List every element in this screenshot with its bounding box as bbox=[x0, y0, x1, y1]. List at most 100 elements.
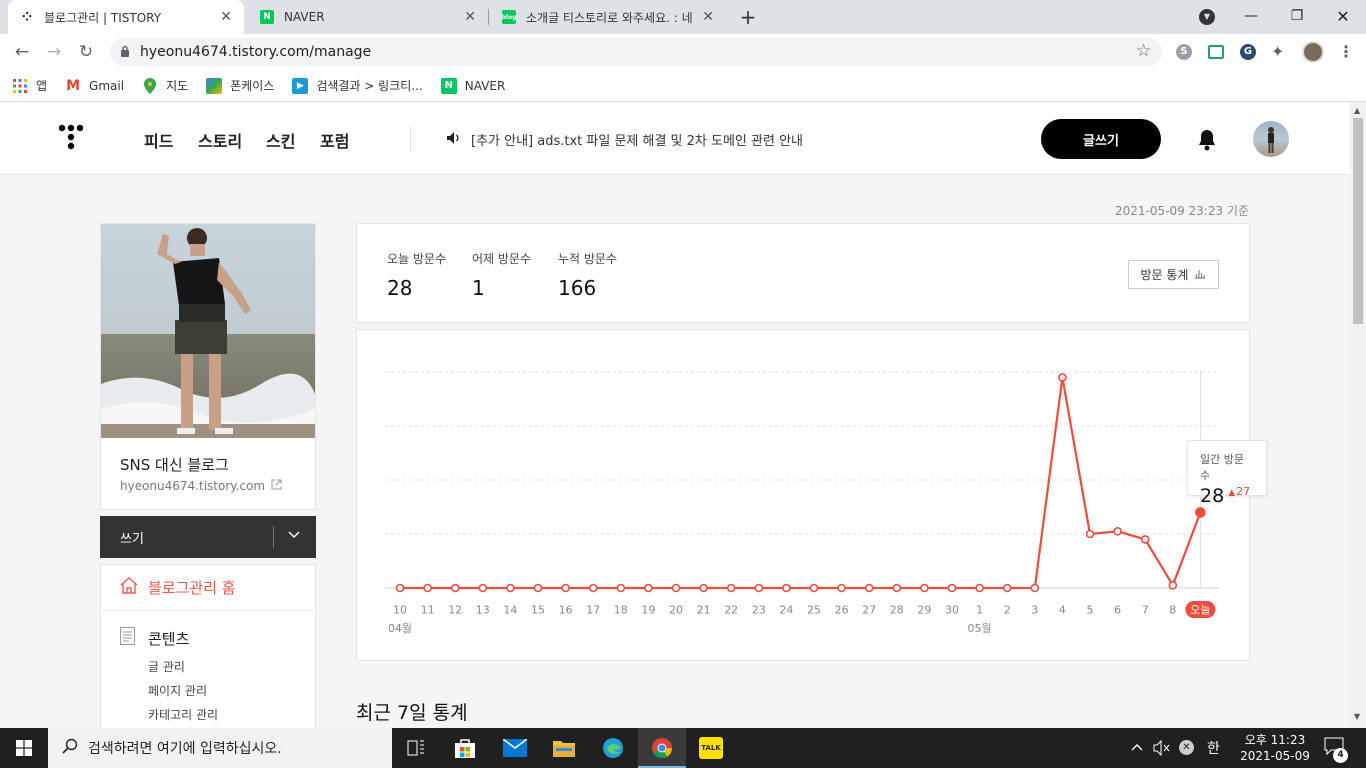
x-tick-label: 28 bbox=[890, 604, 904, 617]
write-post-button[interactable]: 글쓰기 bbox=[1041, 119, 1161, 159]
edge-icon[interactable] bbox=[589, 728, 637, 768]
reload-icon[interactable]: ↻ bbox=[74, 40, 98, 64]
bookmark-naver[interactable]: N NAVER bbox=[440, 77, 505, 94]
x-tick-label: 30 bbox=[945, 604, 959, 617]
skype-extension-icon[interactable]: S bbox=[1176, 44, 1192, 60]
search-placeholder: 검색하려면 여기에 입력하십시오. bbox=[88, 741, 282, 757]
restore-icon[interactable]: ❐ bbox=[1274, 0, 1320, 32]
x-tick-label: 오늘 bbox=[1190, 604, 1210, 617]
x-tick-label: 1 bbox=[976, 604, 983, 617]
data-point bbox=[1168, 581, 1178, 590]
ime-indicator[interactable]: 한 bbox=[1207, 738, 1220, 758]
url-bar[interactable]: hyeonu4674.tistory.com/manage ☆ bbox=[110, 38, 1162, 66]
nav-forum[interactable]: 포럼 bbox=[320, 128, 349, 152]
menu-home[interactable]: 블로그관리 홈 bbox=[101, 565, 315, 611]
data-point bbox=[754, 583, 764, 593]
chevron-down-icon[interactable] bbox=[288, 529, 300, 542]
data-point bbox=[616, 583, 626, 593]
extension-icon[interactable] bbox=[1208, 45, 1224, 59]
menu-categories[interactable]: 카테고리 관리 bbox=[148, 706, 218, 723]
tab-naver[interactable]: N NAVER ✕ bbox=[248, 0, 488, 34]
file-explorer-icon[interactable] bbox=[540, 728, 588, 768]
data-point bbox=[671, 583, 681, 593]
tab-blog[interactable]: blog 소개글 티스토리로 와주세요. : 네 ✕ bbox=[490, 0, 726, 34]
bookmark-apps[interactable]: 앱 bbox=[12, 77, 47, 94]
nav-feed[interactable]: 피드 bbox=[144, 128, 173, 152]
blog-name[interactable]: SNS 대신 블로그 bbox=[120, 454, 229, 475]
store-icon[interactable] bbox=[441, 728, 489, 768]
taskbar-search-box[interactable]: 검색하려면 여기에 입력하십시오. bbox=[48, 728, 392, 768]
x-tick-label: 4 bbox=[1059, 604, 1066, 617]
blog-url-link[interactable]: hyeonu4674.tistory.com bbox=[120, 479, 282, 493]
browser-tab-bar: ⁘ 블로그관리 | TISTORY ✕ N NAVER ✕ blog 소개글 티… bbox=[0, 0, 1366, 34]
bookmark-gmail[interactable]: M Gmail bbox=[65, 78, 124, 94]
tab-title: 블로그관리 | TISTORY bbox=[44, 10, 162, 25]
nav-story[interactable]: 스토리 bbox=[198, 128, 242, 152]
data-point bbox=[395, 583, 405, 593]
chrome-icon[interactable] bbox=[638, 728, 686, 768]
volume-muted-icon[interactable] bbox=[1153, 739, 1171, 760]
bookmark-star-icon[interactable]: ☆ bbox=[1136, 41, 1151, 61]
x-tick-label: 16 bbox=[559, 604, 573, 617]
chevron-up-icon[interactable] bbox=[1131, 740, 1143, 754]
scroll-thumb[interactable] bbox=[1353, 118, 1363, 324]
windows-start-icon[interactable] bbox=[0, 728, 48, 768]
data-point bbox=[506, 583, 515, 593]
x-tick-label: 20 bbox=[669, 604, 683, 617]
clock-time[interactable]: 오후 11:23 bbox=[1232, 731, 1318, 748]
user-avatar[interactable] bbox=[1253, 121, 1289, 157]
close-tab-icon[interactable]: ✕ bbox=[464, 9, 476, 25]
search-icon bbox=[62, 738, 78, 758]
mail-icon[interactable] bbox=[491, 728, 539, 768]
clock-date[interactable]: 2021-05-09 bbox=[1232, 749, 1318, 763]
puzzle-extensions-icon[interactable]: ✦ bbox=[1271, 42, 1284, 61]
today-visits-value: 28 bbox=[387, 276, 413, 300]
blog-url: hyeonu4674.tistory.com bbox=[120, 479, 266, 493]
data-point bbox=[1140, 535, 1150, 544]
task-view-icon[interactable] bbox=[392, 728, 440, 768]
notice-link[interactable]: [추가 안내] ads.txt 파일 문제 해결 및 2차 도메인 관련 안내 bbox=[447, 130, 803, 149]
page-scrollbar[interactable]: ▲ ▼ bbox=[1350, 102, 1366, 728]
x-tick-label: 5 bbox=[1087, 604, 1094, 617]
tistory-logo-icon[interactable] bbox=[58, 124, 86, 154]
tooltip-label: 일간 방문수 bbox=[1200, 453, 1244, 482]
menu-pages[interactable]: 페이지 관리 bbox=[148, 682, 207, 699]
data-point bbox=[1113, 527, 1122, 536]
bookmark-maps[interactable]: 지도 bbox=[142, 77, 188, 94]
tab-search-icon[interactable]: ▼ bbox=[1199, 9, 1215, 25]
new-tab-icon[interactable]: + bbox=[736, 5, 760, 29]
write-button[interactable]: 쓰기 bbox=[120, 528, 144, 547]
minimize-icon[interactable]: — bbox=[1228, 0, 1274, 32]
bookmark-phonecase[interactable]: 폰케이스 bbox=[206, 77, 274, 94]
profile-avatar[interactable] bbox=[1302, 41, 1324, 63]
forward-icon[interactable]: → bbox=[42, 40, 66, 64]
close-window-icon[interactable]: ✕ bbox=[1320, 0, 1366, 32]
close-tab-icon[interactable]: ✕ bbox=[220, 9, 232, 25]
data-point bbox=[450, 583, 460, 593]
x-tick-label: 3 bbox=[1031, 604, 1038, 617]
tooltip-delta: 27 bbox=[1236, 485, 1251, 498]
visit-stats-button[interactable]: 방문 통계 bbox=[1128, 260, 1219, 289]
yesterday-visits-value: 1 bbox=[472, 276, 485, 300]
visit-chart-card: 10 11 12 13 14 15 16 17 18 19 20 21 22 23 24 25 26 27 28 29… bbox=[356, 329, 1267, 661]
bell-icon[interactable] bbox=[1197, 129, 1217, 151]
naver-icon: N bbox=[440, 77, 457, 94]
menu-contents[interactable]: 콘텐츠 bbox=[120, 627, 189, 649]
profile-photo bbox=[101, 224, 315, 438]
network-disconnected-icon[interactable]: ✕ bbox=[1179, 740, 1194, 755]
x-tick-label: 14 bbox=[503, 604, 517, 617]
tab-tistory[interactable]: ⁘ 블로그관리 | TISTORY ✕ bbox=[8, 0, 244, 34]
nav-skin[interactable]: 스킨 bbox=[266, 128, 295, 152]
menu-posts[interactable]: 글 관리 bbox=[148, 658, 185, 675]
more-menu-icon[interactable]: ⋮ bbox=[1338, 42, 1354, 61]
back-icon[interactable]: ← bbox=[10, 40, 34, 64]
bookmark-link-search[interactable]: ▶ 검색결과 > 링크티... bbox=[292, 77, 423, 94]
extension-icon[interactable]: G bbox=[1240, 44, 1256, 60]
scroll-up-icon[interactable]: ▲ bbox=[1354, 106, 1360, 115]
header-divider bbox=[410, 126, 411, 152]
kakaotalk-icon[interactable]: TALK bbox=[687, 728, 735, 768]
divider bbox=[273, 526, 274, 548]
close-tab-icon[interactable]: ✕ bbox=[702, 9, 714, 25]
scroll-down-icon[interactable]: ▼ bbox=[1354, 712, 1360, 721]
tab-divider bbox=[488, 9, 489, 25]
